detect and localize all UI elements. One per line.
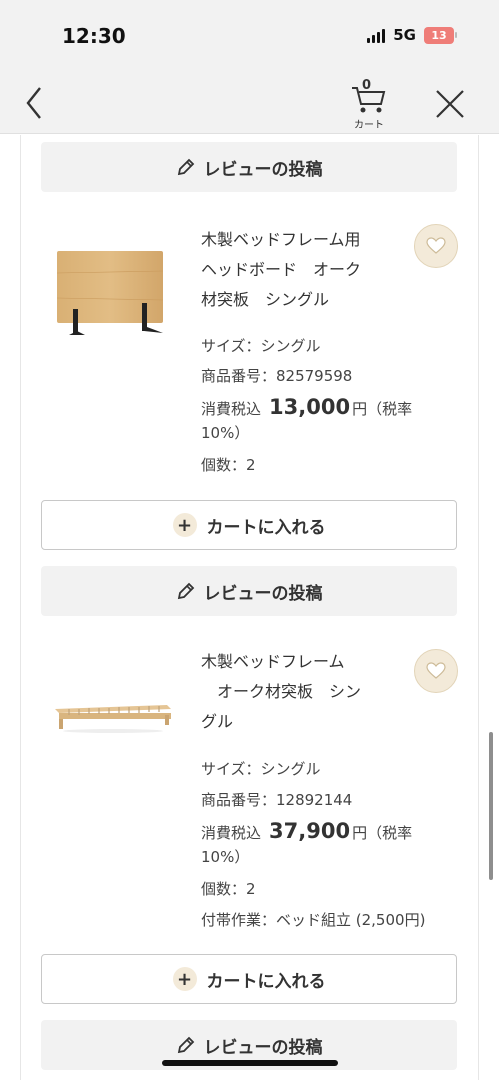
product-size: サイズ：シングル	[201, 337, 321, 355]
back-button[interactable]	[20, 84, 52, 122]
plus-icon: +	[172, 967, 197, 991]
scrollbar[interactable]	[489, 732, 493, 880]
product-title[interactable]: 木製ベッドフレーム オーク材突板 シン グル	[201, 647, 406, 737]
review-button[interactable]: レビューの投稿	[41, 566, 457, 616]
review-button-label: レビューの投稿	[203, 159, 323, 180]
favorite-button[interactable]	[414, 649, 458, 693]
close-icon	[436, 90, 464, 118]
close-button[interactable]	[434, 88, 466, 120]
product-image-bedframe[interactable]	[49, 665, 173, 765]
price-value: 13,000	[269, 395, 351, 419]
product-service: 付帯作業：ベッド組立 (2,500円)	[201, 911, 426, 929]
home-indicator[interactable]	[162, 1060, 338, 1066]
headboard-image	[56, 251, 164, 335]
pencil-icon	[177, 582, 194, 600]
heart-icon	[426, 237, 446, 254]
price-value: 37,900	[269, 819, 351, 843]
battery-icon: 13	[424, 26, 457, 44]
battery-level: 13	[424, 26, 454, 44]
add-to-cart-button[interactable]: + カートに入れる	[41, 954, 457, 1004]
status-time: 12:30	[62, 24, 126, 48]
status-indicators: 5G 13	[367, 26, 457, 44]
status-bar: 12:30 5G 13	[0, 0, 499, 72]
bedframe-image	[55, 705, 171, 733]
network-label: 5G	[393, 26, 416, 44]
pencil-icon	[177, 1036, 194, 1054]
add-to-cart-button[interactable]: + カートに入れる	[41, 500, 457, 550]
cart-button[interactable]: 0 カート	[344, 78, 394, 131]
nav-bar: 0 カート	[0, 72, 499, 134]
pencil-icon	[177, 158, 194, 176]
cart-label: カート	[354, 120, 384, 131]
review-button-label: レビューの投稿	[203, 583, 323, 604]
cart-count: 0	[362, 78, 372, 93]
heart-icon	[426, 662, 446, 679]
review-button[interactable]: レビューの投稿	[41, 142, 457, 192]
plus-icon: +	[172, 513, 197, 537]
purchase-history-list: レビューの投稿 木製ベッドフレーム用 ヘッドボード オーク 材突板 シングル サ…	[20, 135, 479, 1080]
chevron-left-icon	[26, 87, 41, 119]
product-number: 商品番号：12892144	[201, 791, 353, 809]
product-image-headboard[interactable]	[49, 243, 173, 343]
product-size: サイズ：シングル	[201, 760, 321, 778]
signal-icon	[367, 27, 386, 43]
favorite-button[interactable]	[414, 224, 458, 268]
product-number: 商品番号：82579598	[201, 367, 353, 385]
review-button-label: レビューの投稿	[203, 1037, 323, 1058]
product-title[interactable]: 木製ベッドフレーム用 ヘッドボード オーク 材突板 シングル	[201, 225, 406, 315]
product-price: 消費税込 37,900 円（税率 10%）	[201, 819, 413, 866]
product-quantity: 個数：2	[201, 456, 256, 474]
product-price: 消費税込 13,000 円（税率 10%）	[201, 395, 413, 442]
product-quantity: 個数：2	[201, 880, 256, 898]
